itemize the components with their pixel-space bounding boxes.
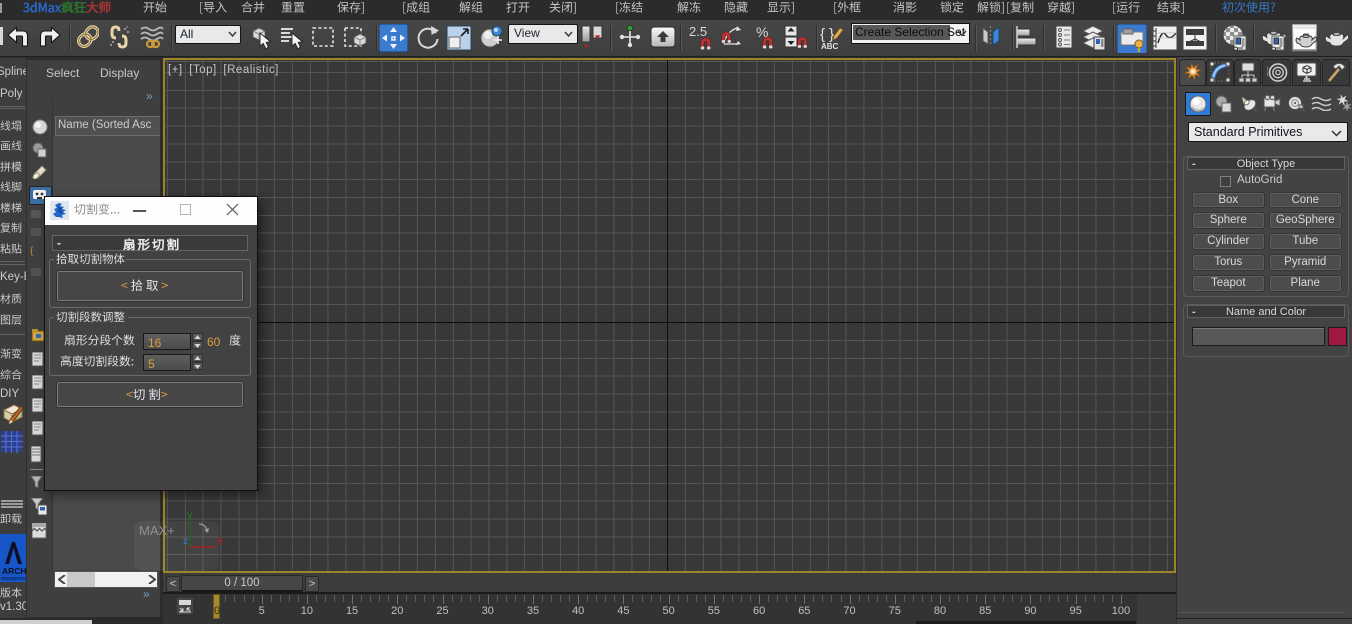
svg-text:RENDERING: RENDERING xyxy=(1,576,26,581)
svg-text:ABC: ABC xyxy=(821,42,839,51)
svg-text:{ }: { } xyxy=(820,26,834,43)
svg-text:z: z xyxy=(183,536,188,547)
svg-text:y: y xyxy=(187,509,193,521)
svg-text:X: X xyxy=(216,536,224,548)
svg-text:ARCH: ARCH xyxy=(2,566,26,576)
svg-text:2.5: 2.5 xyxy=(689,24,707,39)
